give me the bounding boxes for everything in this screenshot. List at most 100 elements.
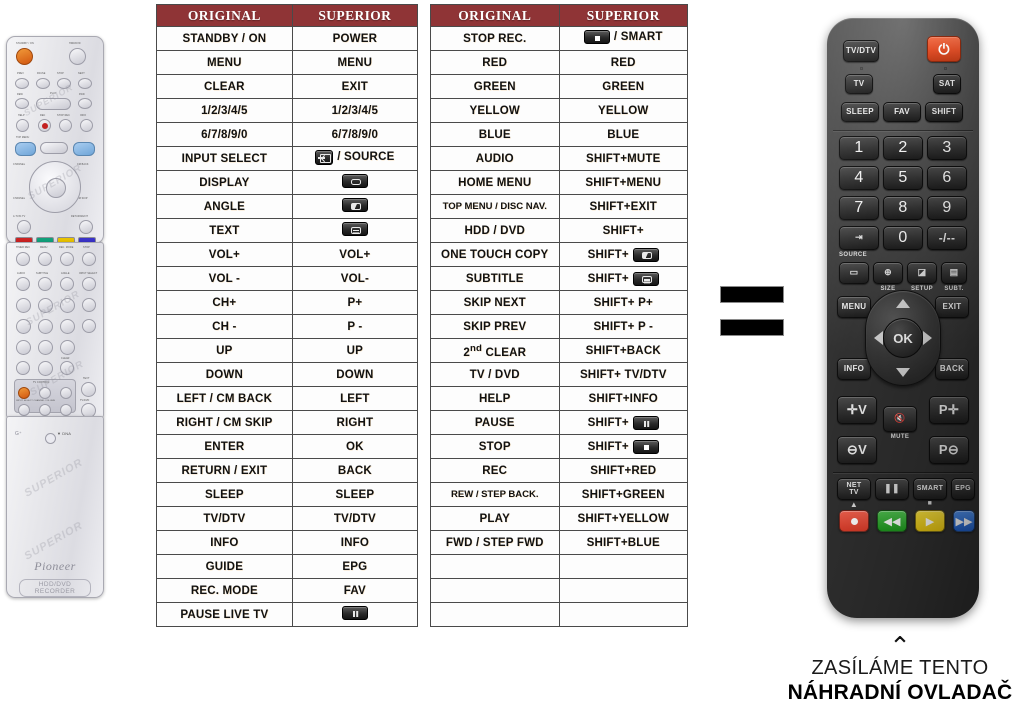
key-disc-nav[interactable] (40, 142, 68, 154)
key-return-exit[interactable] (79, 220, 93, 234)
key-input-select[interactable] (82, 277, 96, 291)
sup-key-volume-up[interactable]: ✛V (837, 396, 877, 424)
key-pause[interactable] (36, 78, 50, 89)
sup-key-shift[interactable]: SHIFT (925, 102, 963, 122)
key-angle[interactable] (60, 277, 74, 291)
sup-key-program-up[interactable]: P✛ (929, 396, 969, 424)
key-fwd[interactable] (78, 98, 92, 109)
sup-key-dash[interactable]: -/-- (927, 226, 967, 250)
arrow-down-icon[interactable] (896, 368, 910, 377)
key-prev[interactable] (15, 78, 29, 89)
pause-icon: ❚❚ (884, 483, 900, 494)
key-text[interactable] (81, 382, 96, 397)
sup-key-subt[interactable]: ▤ (941, 262, 967, 284)
key-label-text: TEXT (83, 377, 90, 380)
sup-key-5[interactable]: 5 (883, 166, 923, 190)
key-clear[interactable] (60, 361, 74, 375)
key-play[interactable] (36, 98, 71, 110)
sup-key-0[interactable]: 0 (883, 226, 923, 250)
sup-key-1[interactable]: 1 (839, 136, 879, 160)
sup-key-ok[interactable]: OK (883, 318, 923, 358)
key-num-2[interactable] (38, 298, 53, 313)
sup-key-volume-down[interactable]: ⊖V (837, 436, 877, 464)
sup-key-9[interactable]: 9 (927, 196, 967, 220)
sup-key-8[interactable]: 8 (883, 196, 923, 220)
key-next[interactable] (78, 78, 92, 89)
key-help[interactable] (16, 119, 29, 132)
sup-key-sat[interactable]: SAT (933, 74, 961, 94)
sup-key-program-down[interactable]: P⊖ (929, 436, 969, 464)
sup-key-size[interactable]: ⊕ (873, 262, 903, 284)
sup-key-display[interactable]: ▭ (839, 262, 869, 284)
sup-key-menu[interactable]: MENU (837, 296, 871, 318)
key-num-1[interactable] (16, 298, 31, 313)
key-blank-1[interactable] (16, 361, 30, 375)
sup-dpad[interactable]: OK (865, 290, 941, 386)
sup-key-pause[interactable]: ❚❚ (875, 478, 909, 500)
sup-key-7[interactable]: 7 (839, 196, 879, 220)
key-info[interactable] (80, 119, 93, 132)
key-rec[interactable] (38, 119, 51, 132)
key-atv-dtv[interactable] (17, 220, 31, 234)
sup-key-sleep[interactable]: SLEEP (841, 102, 879, 122)
superior-key-combo (341, 222, 368, 236)
key-num-4[interactable] (16, 319, 31, 334)
sup-key-exit[interactable]: EXIT (935, 296, 969, 318)
key-menu[interactable] (38, 252, 52, 266)
arrow-up-icon[interactable] (896, 299, 910, 308)
key-audio[interactable] (16, 277, 30, 291)
cell-superior: SHIFT+ (558, 434, 688, 459)
sup-key-setup[interactable]: ◪ (907, 262, 937, 284)
key-num-3[interactable] (60, 298, 75, 313)
sup-key-source[interactable]: ⇥ (839, 226, 879, 250)
key-tv-channel-down[interactable] (39, 404, 51, 416)
sup-key-back[interactable]: BACK (935, 358, 969, 380)
sup-key-rewind[interactable]: ◀◀ (877, 510, 907, 532)
key-blank-bottom[interactable] (45, 433, 56, 444)
sup-key-3[interactable]: 3 (927, 136, 967, 160)
key-cmskip[interactable] (82, 298, 96, 312)
sup-key-tvdtv[interactable]: TV/DTV (843, 40, 879, 62)
key-tv-volume-up[interactable] (60, 387, 72, 399)
sup-key-tv[interactable]: TV (845, 74, 873, 94)
key-num-5[interactable] (38, 319, 53, 334)
sup-key-info[interactable]: INFO (837, 358, 871, 380)
key-top-menu[interactable] (15, 142, 36, 156)
key-stop2[interactable] (82, 252, 96, 266)
key-rec-mode[interactable] (60, 252, 74, 266)
key-tv-power[interactable] (18, 387, 30, 399)
key-standby-on[interactable] (16, 48, 33, 65)
arrow-left-icon[interactable] (874, 331, 883, 345)
key-hdd-dvd[interactable] (69, 48, 86, 65)
key-navigation-ring[interactable] (29, 161, 81, 213)
sup-key-power[interactable]: ⏻ (927, 36, 961, 62)
key-enter[interactable] (46, 178, 66, 198)
key-num-9[interactable] (60, 340, 75, 355)
sup-key-epg[interactable]: EPG (951, 478, 975, 500)
key-tv-channel-up[interactable] (39, 387, 51, 399)
sup-key-record[interactable] (839, 510, 869, 532)
key-tv-input-select[interactable] (18, 404, 30, 416)
key-num-6[interactable] (60, 319, 75, 334)
key-num-7[interactable] (16, 340, 31, 355)
key-display[interactable] (82, 319, 96, 333)
key-stop[interactable] (57, 78, 71, 89)
key-subtitle[interactable] (38, 277, 52, 291)
sup-key-fav[interactable]: FAV (883, 102, 921, 122)
key-guide[interactable] (73, 142, 95, 156)
sup-key-forward[interactable]: ▶▶ (953, 510, 975, 532)
sup-key-smart[interactable]: SMART (913, 478, 947, 500)
sup-key-nettv[interactable]: NET TV (837, 478, 871, 500)
key-rew[interactable] (15, 98, 29, 109)
arrow-right-icon[interactable] (923, 331, 932, 345)
key-tv-volume-down[interactable] (60, 404, 72, 416)
key-timer-rec[interactable] (16, 252, 30, 266)
sup-key-play[interactable]: ▶ (915, 510, 945, 532)
sup-key-4[interactable]: 4 (839, 166, 879, 190)
sup-key-2[interactable]: 2 (883, 136, 923, 160)
sup-key-6[interactable]: 6 (927, 166, 967, 190)
key-stop-rec[interactable] (59, 119, 72, 132)
key-num-8[interactable] (38, 340, 53, 355)
key-num-0[interactable] (38, 361, 53, 376)
sup-key-mute[interactable]: 🔇 (883, 406, 917, 432)
